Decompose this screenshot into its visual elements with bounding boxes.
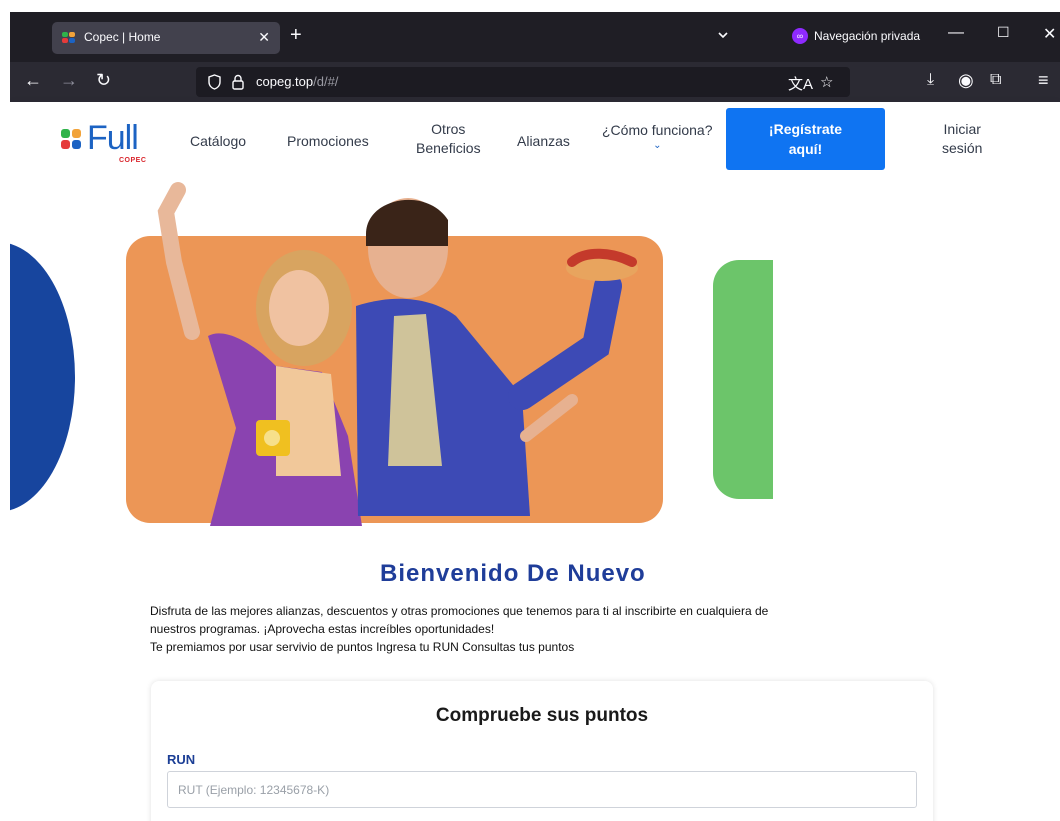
forward-icon[interactable]: → [60,71,78,89]
close-window-icon[interactable]: ✕ [1043,24,1056,44]
login-link[interactable]: Iniciar sesión [942,120,982,158]
shield-icon[interactable] [208,74,221,90]
nav-catalogo[interactable]: Catálogo [190,132,246,151]
extensions-icon[interactable]: ⧉ [990,71,1001,89]
back-icon[interactable]: ← [24,71,42,89]
browser-window: Copec | Home ✕ + ∞ Navegación privada — … [10,12,1060,821]
minimize-icon[interactable]: — [948,24,964,42]
account-icon[interactable]: ◉ [958,71,974,89]
url-host: copeg.top [256,74,314,89]
logo-dots-icon [61,129,83,151]
private-mask-icon: ∞ [792,28,808,44]
menu-icon[interactable]: ≡ [1038,71,1049,89]
welcome-heading: Bienvenido De Nuevo [380,560,646,587]
nav-como-funciona[interactable]: ¿Cómo funciona? ⌄ [602,121,713,152]
download-icon[interactable]: ⤓ [927,71,934,89]
next-slide-preview [713,260,773,499]
nav-otros-line1: Otros [431,121,466,137]
intro-line-1: Disfruta de las mejores alianzas, descue… [150,604,769,618]
private-browsing-label: Navegación privada [814,29,921,43]
nav-otros-beneficios[interactable]: Otros Beneficios [416,120,481,158]
url-path: /d/#/ [313,74,339,89]
new-tab-icon[interactable]: + [290,25,302,45]
tab-close-icon[interactable]: ✕ [258,29,270,46]
run-label: RUN [167,752,196,767]
register-button[interactable]: ¡Regístrate aquí! [726,108,885,170]
nav-alianzas[interactable]: Alianzas [517,132,570,151]
logo-sub: COPEC [119,157,147,164]
url-text: copeg.top/d/#/ [256,74,338,89]
intro-text: Disfruta de las mejores alianzas, descue… [150,602,910,656]
couple-illustration [157,182,638,526]
copec-favicon-icon [62,32,76,44]
reload-icon[interactable]: ↻ [96,71,111,89]
maximize-icon[interactable]: ☐ [997,24,1010,41]
nav-como-funciona-label: ¿Cómo funciona? [602,122,713,138]
tab-title: Copec | Home [84,30,161,44]
star-icon[interactable]: ☆ [820,73,833,91]
private-browsing-indicator: ∞ Navegación privada [792,28,920,44]
login-line2: sesión [942,140,983,156]
intro-line-3: Te premiamos por usar servivio de puntos… [150,640,575,654]
hero-banner[interactable] [126,182,663,526]
check-points-title: Compruebe sus puntos [435,705,649,726]
run-input[interactable] [167,771,917,808]
check-points-card: Compruebe sus puntos RUN [151,681,933,821]
site-header: Full COPEC Catálogo Promociones Otros Be… [10,102,1060,182]
tab-copec-home[interactable]: Copec | Home ✕ [52,22,280,54]
navigation-toolbar: ← → ↻ copeg.top/d/#/ 文A ☆ ⤓ ◉ ⧉ ≡ [10,62,1060,102]
address-bar[interactable]: copeg.top/d/#/ 文A ☆ [196,67,850,97]
logo-word: Full [87,119,139,157]
nav-otros-line2: Beneficios [416,140,481,156]
intro-line-2: nuestros programas. ¡Aprovecha estas inc… [150,622,495,636]
register-line2: aquí! [788,141,823,157]
nav-promociones[interactable]: Promociones [287,132,369,151]
login-line1: Iniciar [943,121,981,137]
register-line1: ¡Regístrate [768,121,843,137]
list-all-tabs-icon[interactable] [718,30,728,40]
translate-icon[interactable]: 文A [788,73,813,94]
lock-icon[interactable] [232,74,244,90]
prev-slide-decoration [10,242,75,512]
tab-strip: Copec | Home ✕ + ∞ Navegación privada — … [10,12,1060,62]
hero-carousel [10,182,1060,552]
full-copec-logo[interactable]: Full COPEC [57,119,147,166]
chevron-down-icon: ⌄ [653,140,662,151]
